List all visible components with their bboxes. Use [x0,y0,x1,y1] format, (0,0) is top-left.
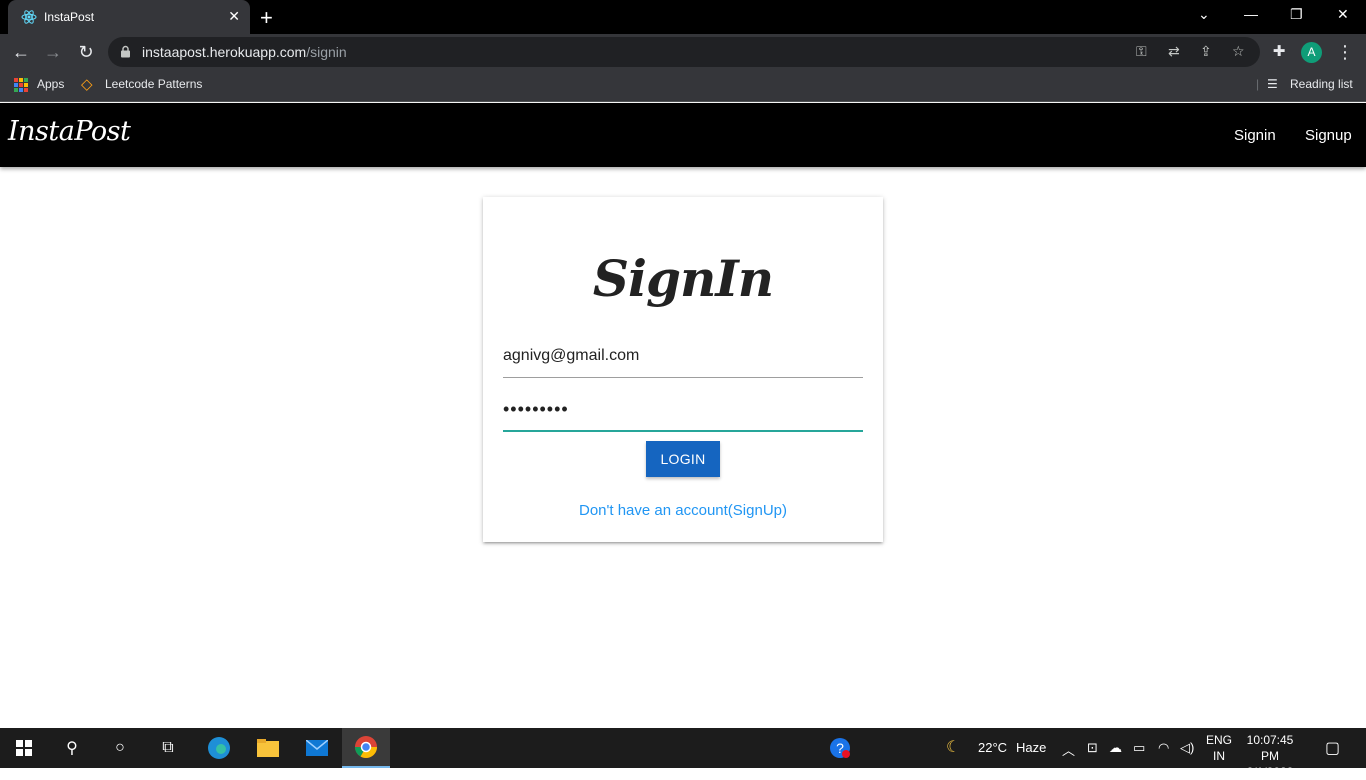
nav-signup-link[interactable]: Signup [1305,127,1352,144]
tray-chevron-icon[interactable]: ︿ [1062,740,1075,759]
extensions-icon[interactable]: ✚ [1268,41,1290,63]
weather-moon-icon: ☾ [946,739,961,756]
task-view-icon[interactable]: ⧉ [144,728,192,768]
browser-tab[interactable]: InstaPost ✕ [8,0,250,34]
reading-list-button[interactable]: Reading list [1290,77,1353,91]
windows-logo-icon [16,740,32,756]
lock-icon [121,45,130,58]
url-text: instaapost.herokuapp.com/signin [142,44,347,60]
wifi-icon[interactable]: ◠ [1158,740,1169,756]
url-host: instaapost.herokuapp.com [142,44,307,60]
edge-logo [208,737,230,759]
login-button[interactable]: LOGIN [646,441,720,477]
mail-logo [306,740,328,756]
tab-title: InstaPost [44,10,95,24]
menu-kebab-icon[interactable]: ⋮ [1334,41,1356,63]
reload-icon[interactable]: ↻ [75,41,97,63]
bookmark-apps[interactable]: Apps [37,77,64,91]
start-button[interactable] [0,728,48,768]
signin-heading: SignIn [592,249,774,308]
bookmarks-bar: Apps ◇ Leetcode Patterns | ☰ Reading lis… [0,70,1366,102]
email-field[interactable] [503,334,863,378]
tab-close-icon[interactable]: ✕ [228,8,240,25]
share-icon[interactable]: ⇪ [1200,43,1212,60]
help-logo: ? [830,738,850,758]
key-icon[interactable]: ⚿ [1136,43,1147,60]
notifications-icon[interactable]: ▢ [1325,738,1340,758]
back-icon[interactable]: ← [10,41,32,63]
react-icon [21,10,37,24]
nav-signin-link[interactable]: Signin [1234,127,1276,144]
search-icon[interactable]: ⚲ [48,728,96,768]
url-path: /signin [306,44,347,60]
region-code: IN [1213,749,1225,763]
bookmark-star-icon[interactable]: ☆ [1232,43,1245,60]
bookmark-leetcode-patterns[interactable]: Leetcode Patterns [105,77,202,91]
bookmarks-divider: | [1256,77,1260,91]
apps-grid-icon [14,78,28,92]
password-field[interactable] [503,388,863,432]
signin-card: SignIn LOGIN Don't have an account(SignU… [483,197,883,542]
cortana-icon[interactable]: ○ [96,728,144,768]
browser-tab-strip: InstaPost ✕ + ⌄ — ❐ ✕ [0,0,1366,34]
battery-icon[interactable]: ▭ [1133,740,1145,756]
lang-code: ENG [1206,733,1233,747]
clock-time: 10:07:45 PM [1246,733,1294,763]
restore-icon[interactable]: ❐ [1290,6,1303,23]
system-clock[interactable]: 10:07:45 PM 2/1/2022 [1238,732,1302,780]
file-explorer-icon[interactable] [244,728,292,768]
close-window-icon[interactable]: ✕ [1337,6,1349,23]
onedrive-icon[interactable]: ☁ [1109,740,1122,756]
tab-search-icon[interactable]: ⌄ [1198,6,1210,23]
brand-logo[interactable]: InstaPost [8,116,131,147]
leetcode-icon: ◇ [81,76,93,93]
forward-icon[interactable]: → [42,41,64,63]
profile-avatar[interactable]: A [1301,42,1322,63]
browser-toolbar: ← → ↻ instaapost.herokuapp.com/signin ⚿ … [0,34,1366,70]
reading-list-icon: ☰ [1267,77,1278,91]
windows-taskbar: ⚲ ○ ⧉ ? ☾ 22°C Haze ︿ ⊡ ☁ ▭ ◠ ◁) ENG IN … [0,728,1366,779]
language-indicator[interactable]: ENG IN [1206,732,1232,764]
weather-desc[interactable]: Haze [1016,740,1046,755]
translate-icon[interactable]: ⇄ [1168,43,1180,60]
clock-date: 2/1/2022 [1246,765,1294,779]
app-navbar: InstaPost Signin Signup [0,103,1366,167]
volume-icon[interactable]: ◁) [1180,740,1194,756]
edge-icon[interactable] [195,728,243,768]
chrome-logo [355,736,377,758]
signup-link[interactable]: Don't have an account(SignUp) [483,502,883,519]
mail-icon[interactable] [293,728,341,768]
weather-temp[interactable]: 22°C [978,740,1007,755]
new-tab-icon[interactable]: + [260,5,273,31]
meet-now-icon[interactable]: ⊡ [1087,740,1098,756]
address-bar[interactable]: instaapost.herokuapp.com/signin ⚿ ⇄ ⇪ ☆ [108,37,1260,67]
minimize-icon[interactable]: — [1244,6,1258,22]
folder-logo [257,739,279,757]
help-icon[interactable]: ? [816,728,864,768]
chrome-taskbar-icon[interactable] [342,728,390,768]
